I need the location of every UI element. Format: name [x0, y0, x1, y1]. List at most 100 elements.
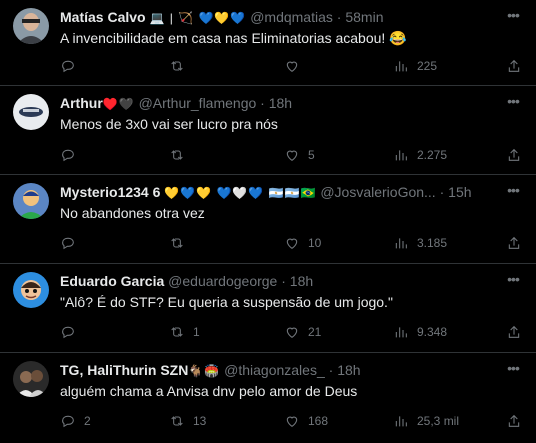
timestamp[interactable]: 18h [337, 362, 360, 378]
separator-dot: · [281, 273, 286, 289]
reply-icon [62, 415, 74, 428]
share-button[interactable] [506, 412, 522, 430]
author-name[interactable]: Matías Calvo [60, 9, 146, 25]
views-button[interactable]: 225 [393, 57, 437, 75]
like-count: 10 [308, 236, 322, 250]
action-bar: 5 2.275 [60, 146, 522, 164]
tweet[interactable]: Eduardo Garcia @eduardogeorge · 18h ••• … [0, 264, 536, 353]
heart-icon [286, 327, 298, 338]
author-name-emoji: 🐐🏟️ [188, 364, 221, 378]
retweet-icon [171, 416, 183, 426]
author-handle[interactable]: @thiagonzales_ [224, 362, 325, 378]
author-name[interactable]: Arthur [60, 95, 103, 111]
action-bar: 2 13 168 25,3 mil [60, 412, 522, 430]
timestamp[interactable]: 15h [448, 184, 471, 200]
more-horizontal-icon[interactable]: ••• [504, 94, 522, 112]
retweet-button[interactable] [169, 146, 193, 164]
view-count: 225 [417, 59, 438, 73]
tweet[interactable]: Arthur♥️🖤 @Arthur_flamengo · 18h ••• Men… [0, 86, 536, 175]
reply-count: 2 [84, 414, 91, 428]
tweet-text: Menos de 3x0 vai ser lucro pra nós [60, 116, 278, 132]
reply-button[interactable] [60, 323, 84, 341]
action-bar: 10 3.185 [60, 234, 522, 252]
like-button[interactable]: 168 [284, 412, 328, 430]
retweet-button[interactable]: 1 [169, 323, 200, 341]
views-button[interactable]: 9.348 [393, 323, 447, 341]
share-button[interactable] [506, 234, 522, 252]
retweet-icon [171, 61, 183, 71]
like-button[interactable] [284, 57, 308, 75]
tweet-text: No abandones otra vez [60, 205, 205, 221]
timestamp[interactable]: 18h [269, 95, 292, 111]
more-horizontal-icon[interactable]: ••• [504, 183, 522, 201]
retweet-icon [171, 150, 183, 160]
views-chart-icon [395, 150, 407, 161]
avatar[interactable] [13, 8, 49, 44]
action-bar: 1 21 9.348 [60, 323, 522, 341]
more-horizontal-icon[interactable]: ••• [504, 361, 522, 379]
reply-button[interactable] [60, 146, 84, 164]
author-name-emoji: ♥️🖤 [102, 97, 135, 111]
view-count: 2.275 [417, 148, 448, 162]
reply-button[interactable] [60, 234, 84, 252]
tweet[interactable]: TG, HaliThurin SZN🐐🏟️ @thiagonzales_ · 1… [0, 353, 536, 443]
share-button[interactable] [506, 57, 522, 75]
tweet-text: alguém chama a Anvisa dnv pelo amor de D… [60, 383, 358, 399]
author-name-emoji: 💻 | 🏹 💙💛💙 [149, 11, 247, 25]
share-button[interactable] [506, 146, 522, 164]
share-button[interactable] [506, 323, 522, 341]
views-chart-icon [395, 416, 407, 427]
reply-icon [62, 60, 74, 73]
timestamp[interactable]: 18h [290, 273, 313, 289]
more-horizontal-icon[interactable]: ••• [504, 272, 522, 290]
view-count: 25,3 mil [417, 414, 460, 428]
like-button[interactable]: 10 [284, 234, 321, 252]
author-name[interactable]: Eduardo Garcia [60, 273, 164, 289]
retweet-count: 1 [193, 325, 200, 339]
separator-dot: · [328, 362, 334, 378]
timestamp[interactable]: 58min [345, 9, 383, 25]
reply-icon [62, 326, 74, 339]
like-count: 5 [308, 148, 315, 162]
author-handle[interactable]: @eduardogeorge [168, 273, 277, 289]
author-handle[interactable]: @mdqmatias [250, 9, 333, 25]
like-button[interactable]: 5 [284, 146, 315, 164]
separator-dot: · [439, 184, 445, 200]
retweet-icon [171, 327, 183, 337]
like-count: 21 [308, 325, 322, 339]
tweet[interactable]: Matías Calvo 💻 | 🏹 💙💛💙 @mdqmatias · 58mi… [0, 0, 536, 86]
author-name-emoji: 💛💙💛 💙🤍💙 🇦🇷🇦🇷🇧🇷 [164, 186, 317, 200]
author-handle[interactable]: @JosvalerioGon... [320, 184, 435, 200]
more-horizontal-icon[interactable]: ••• [504, 8, 522, 26]
like-button[interactable]: 21 [284, 323, 321, 341]
share-icon [508, 236, 520, 249]
avatar[interactable] [13, 183, 49, 219]
avatar[interactable] [13, 361, 49, 397]
reply-button[interactable] [60, 57, 84, 75]
retweet-button[interactable] [169, 234, 193, 252]
tweet[interactable]: Mysterio1234 6 💛💙💛 💙🤍💙 🇦🇷🇦🇷🇧🇷 @Josvaleri… [0, 175, 536, 264]
retweet-icon [171, 238, 183, 248]
views-chart-icon [395, 61, 407, 72]
author-name[interactable]: Mysterio1234 6 [60, 184, 160, 200]
tweet-header: TG, HaliThurin SZN🐐🏟️ @thiagonzales_ · 1… [60, 361, 500, 379]
view-count: 9.348 [417, 325, 448, 339]
author-handle[interactable]: @Arthur_flamengo [139, 95, 257, 111]
tweet-header: Arthur♥️🖤 @Arthur_flamengo · 18h [60, 94, 500, 112]
share-icon [508, 325, 520, 338]
share-icon [508, 414, 520, 427]
heart-icon [286, 238, 298, 249]
retweet-button[interactable] [169, 57, 193, 75]
separator-dot: · [336, 9, 342, 25]
heart-icon [286, 416, 298, 427]
heart-icon [286, 61, 298, 72]
reply-button[interactable]: 2 [60, 412, 91, 430]
views-button[interactable]: 3.185 [393, 234, 447, 252]
views-button[interactable]: 25,3 mil [393, 412, 459, 430]
avatar[interactable] [13, 94, 49, 130]
retweet-button[interactable]: 13 [169, 412, 206, 430]
views-button[interactable]: 2.275 [393, 146, 447, 164]
avatar[interactable] [13, 272, 49, 308]
tweet-header: Eduardo Garcia @eduardogeorge · 18h [60, 272, 500, 290]
author-name[interactable]: TG, HaliThurin SZN [60, 362, 188, 378]
